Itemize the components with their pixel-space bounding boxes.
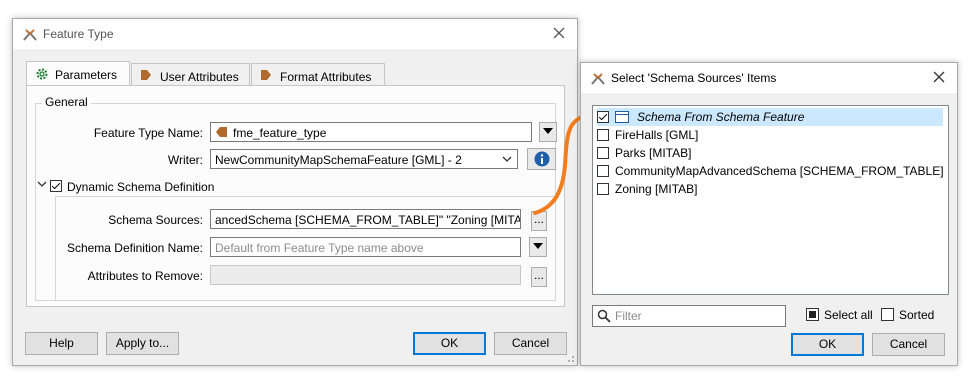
item-label: Zoning [MITAB] <box>615 182 698 196</box>
attributes-remove-label: Attributes to Remove: <box>87 269 203 283</box>
search-icon <box>597 309 611 323</box>
ellipsis-label: ... <box>533 268 544 282</box>
writer-value: NewCommunityMapSchemaFeature [GML] - 2 <box>215 153 462 167</box>
filter-input[interactable]: Filter <box>592 305 786 327</box>
feature-type-title: Feature Type <box>43 27 114 41</box>
item-checkbox[interactable] <box>597 147 609 159</box>
ok-button-label: OK <box>818 337 837 351</box>
tab-parameters-label: Parameters <box>55 68 118 82</box>
list-item[interactable]: Parks [MITAB] <box>597 144 943 162</box>
select-all-checkbox[interactable] <box>806 308 819 321</box>
feature-type-name-field[interactable]: fme_feature_type <box>210 122 532 142</box>
item-label: Parks [MITAB] <box>615 146 692 160</box>
schema-items-list[interactable]: Schema From Schema Feature FireHalls [GM… <box>592 105 949 295</box>
select-schema-title: Select 'Schema Sources' Items <box>611 71 777 85</box>
parameters-panel: General Feature Type Name: fme_feature_t… <box>26 85 565 307</box>
feature-type-name-label: Feature Type Name: <box>93 126 203 140</box>
item-checkbox[interactable] <box>597 183 609 195</box>
filter-placeholder: Filter <box>615 309 642 323</box>
schema-definition-dropdown-button[interactable] <box>529 237 547 257</box>
writer-label: Writer: <box>167 153 203 167</box>
attributes-remove-browse-button[interactable]: ... <box>531 267 547 287</box>
chevron-down-icon <box>502 156 512 162</box>
feature-type-titlebar: Feature Type <box>13 19 577 49</box>
apply-to-button[interactable]: Apply to... <box>106 332 179 355</box>
item-label: FireHalls [GML] <box>615 128 699 142</box>
item-checkbox[interactable] <box>597 129 609 141</box>
help-button-label: Help <box>49 336 74 350</box>
select-all-indeterminate-mark <box>809 311 816 318</box>
ok-button[interactable]: OK <box>791 333 864 356</box>
sorted-label: Sorted <box>899 308 935 322</box>
list-item[interactable]: FireHalls [GML] <box>597 126 943 144</box>
feature-type-name-value: fme_feature_type <box>233 126 327 140</box>
list-item[interactable]: CommunityMapAdvancedSchema [SCHEMA_FROM_… <box>597 162 944 180</box>
list-item[interactable]: Zoning [MITAB] <box>597 180 943 198</box>
resize-grip-icon[interactable] <box>565 353 575 363</box>
cancel-button[interactable]: Cancel <box>494 332 567 355</box>
schema-sources-field[interactable]: ancedSchema [SCHEMA_FROM_TABLE]" "Zoning… <box>210 209 521 229</box>
apply-to-button-label: Apply to... <box>115 336 170 350</box>
ok-button-label: OK <box>440 336 459 350</box>
tab-user-attributes-label: User Attributes <box>160 70 239 84</box>
cancel-button-label: Cancel <box>889 337 928 351</box>
close-icon[interactable] <box>551 25 567 41</box>
item-label: CommunityMapAdvancedSchema [SCHEMA_FROM_… <box>615 164 944 178</box>
help-button[interactable]: Help <box>25 332 98 355</box>
sorted-checkbox[interactable] <box>881 308 894 321</box>
schema-definition-label: Schema Definition Name: <box>66 241 203 255</box>
dynamic-schema-label: Dynamic Schema Definition <box>67 180 215 194</box>
feature-type-icon <box>216 127 227 137</box>
dynamic-schema-checkbox[interactable] <box>50 180 62 192</box>
schema-sources-label: Schema Sources: <box>108 213 203 227</box>
tab-user-attributes[interactable]: User Attributes <box>131 63 250 85</box>
schema-definition-field[interactable]: Default from Feature Type name above <box>210 237 521 257</box>
cancel-button[interactable]: Cancel <box>872 333 945 356</box>
ok-button[interactable]: OK <box>413 332 486 355</box>
fme-app-icon <box>23 29 37 41</box>
item-checkbox[interactable] <box>597 111 609 123</box>
select-schema-titlebar: Select 'Schema Sources' Items <box>581 63 957 93</box>
feature-type-dialog: Feature Type Parameters User Attributes … <box>12 18 578 366</box>
item-label: Schema From Schema Feature <box>637 110 805 124</box>
fme-app-icon <box>591 73 605 85</box>
attribute-icon <box>261 70 271 80</box>
list-item[interactable]: Schema From Schema Feature <box>597 108 943 126</box>
tab-parameters[interactable]: Parameters <box>26 61 130 85</box>
general-group-title: General <box>42 95 91 109</box>
tab-format-attributes[interactable]: Format Attributes <box>251 63 385 85</box>
tab-format-attributes-label: Format Attributes <box>280 70 372 84</box>
chevron-down-icon <box>533 243 543 249</box>
cancel-button-label: Cancel <box>511 336 550 350</box>
gear-icon <box>36 68 48 80</box>
attribute-icon <box>141 70 151 80</box>
select-all-label: Select all <box>824 308 873 322</box>
item-checkbox[interactable] <box>597 165 609 177</box>
select-schema-dialog: Select 'Schema Sources' Items Schema Fro… <box>580 62 958 366</box>
chevron-collapse-icon[interactable] <box>37 181 47 189</box>
schema-sources-value: ancedSchema [SCHEMA_FROM_TABLE]" "Zoning… <box>215 213 521 227</box>
schema-feature-icon <box>615 111 629 123</box>
attributes-remove-field <box>210 265 521 285</box>
writer-select[interactable]: NewCommunityMapSchemaFeature [GML] - 2 <box>210 149 518 169</box>
close-icon[interactable] <box>931 69 947 85</box>
schema-definition-placeholder: Default from Feature Type name above <box>215 241 424 255</box>
